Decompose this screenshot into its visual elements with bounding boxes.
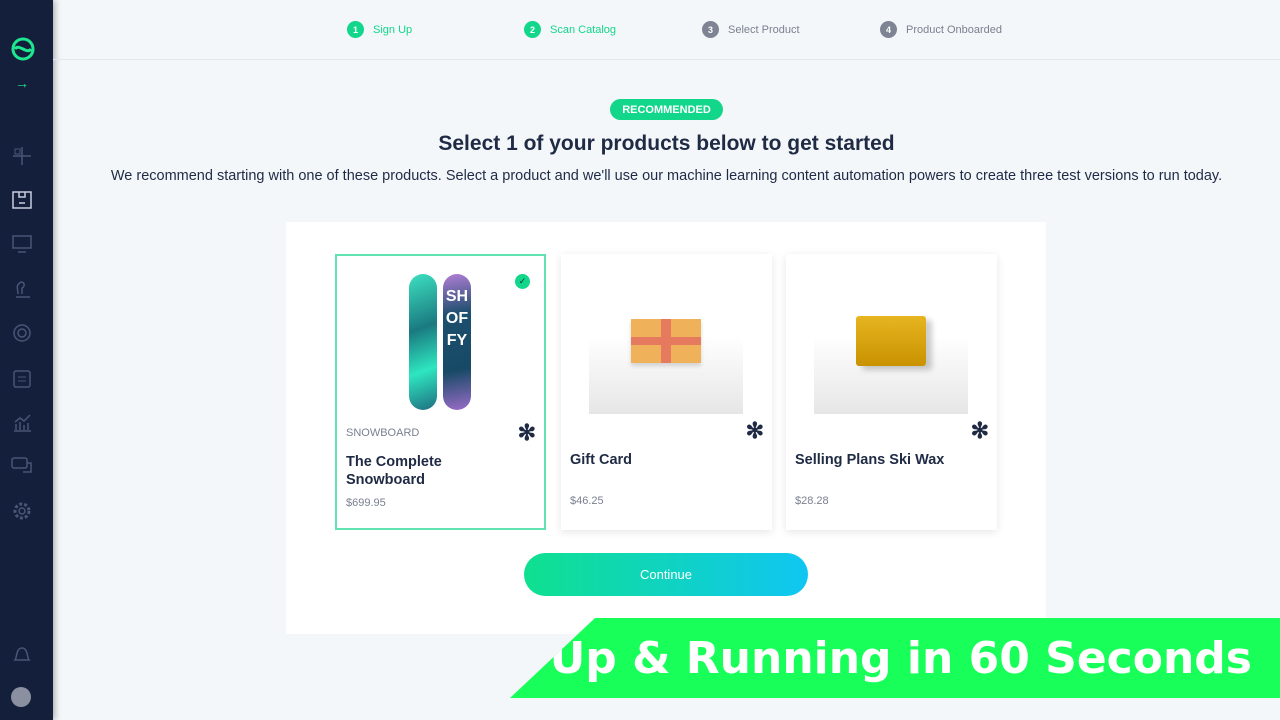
snowboard-image: SHOFFY <box>409 274 475 410</box>
step-number: 4 <box>880 21 897 38</box>
step-product-onboarded: 4 Product Onboarded <box>880 21 1002 38</box>
product-price: $699.95 <box>346 497 386 509</box>
step-select-product: 3 Select Product <box>702 21 800 38</box>
product-card-snowboard[interactable]: SHOFFY ✓ SNOWBOARD ✻ The Complete Snowbo… <box>335 254 546 530</box>
promo-banner-text: Up & Running in 60 Seconds <box>549 632 1252 684</box>
gift-card-image <box>589 284 743 414</box>
product-card-ski-wax[interactable]: ✻ Selling Plans Ski Wax $28.28 <box>786 254 997 530</box>
snowboard-graphic-text: SHOFFY <box>443 274 471 410</box>
clipboard-icon[interactable] <box>11 367 33 389</box>
selected-check-icon: ✓ <box>515 274 530 289</box>
step-number: 1 <box>347 21 364 38</box>
product-price: $28.28 <box>795 495 829 507</box>
arrow-right-icon[interactable]: → <box>11 72 33 94</box>
product-name: Gift Card <box>570 452 633 468</box>
products-icon[interactable] <box>11 189 33 211</box>
page-title: Select 1 of your products below to get s… <box>438 132 895 155</box>
step-label: Scan Catalog <box>550 23 617 36</box>
asterisk-icon: ✻ <box>970 418 989 443</box>
step-number: 3 <box>702 21 719 38</box>
chat-icon[interactable] <box>11 455 33 477</box>
asterisk-icon: ✻ <box>745 418 764 443</box>
chess-icon[interactable] <box>11 278 33 300</box>
promo-banner: Up & Running in 60 Seconds <box>510 618 1280 698</box>
analytics-icon[interactable] <box>11 411 33 433</box>
product-price: $46.25 <box>570 495 604 507</box>
avatar[interactable] <box>11 687 31 707</box>
bell-icon[interactable] <box>11 643 33 665</box>
product-category: SNOWBOARD <box>346 427 420 439</box>
gear-icon[interactable] <box>11 500 33 522</box>
progress-steps: 1 Sign Up 2 Scan Catalog 3 Select Product 4… <box>53 0 1280 60</box>
display-icon[interactable] <box>11 233 33 255</box>
step-number: 2 <box>524 21 541 38</box>
step-label: Sign Up <box>373 23 413 36</box>
tests-icon[interactable] <box>11 145 33 167</box>
logo-icon[interactable] <box>10 36 36 62</box>
asterisk-icon: ✻ <box>517 420 536 445</box>
step-label: Select Product <box>728 23 800 36</box>
page-subtitle: We recommend starting with one of these … <box>110 168 1223 184</box>
step-scan-catalog: 2 Scan Catalog <box>524 21 616 38</box>
target-icon[interactable] <box>11 322 33 344</box>
step-label: Product Onboarded <box>906 23 1003 36</box>
ski-wax-image <box>814 284 968 414</box>
recommended-badge: RECOMMENDED <box>610 99 723 120</box>
sidebar: → <box>0 0 53 720</box>
step-sign-up: 1 Sign Up <box>347 21 412 38</box>
product-card-gift-card[interactable]: ✻ Gift Card $46.25 <box>561 254 772 530</box>
product-name: Selling Plans Ski Wax <box>795 452 945 468</box>
continue-button[interactable]: Continue <box>524 553 808 596</box>
product-name: The Complete Snowboard <box>346 454 442 488</box>
